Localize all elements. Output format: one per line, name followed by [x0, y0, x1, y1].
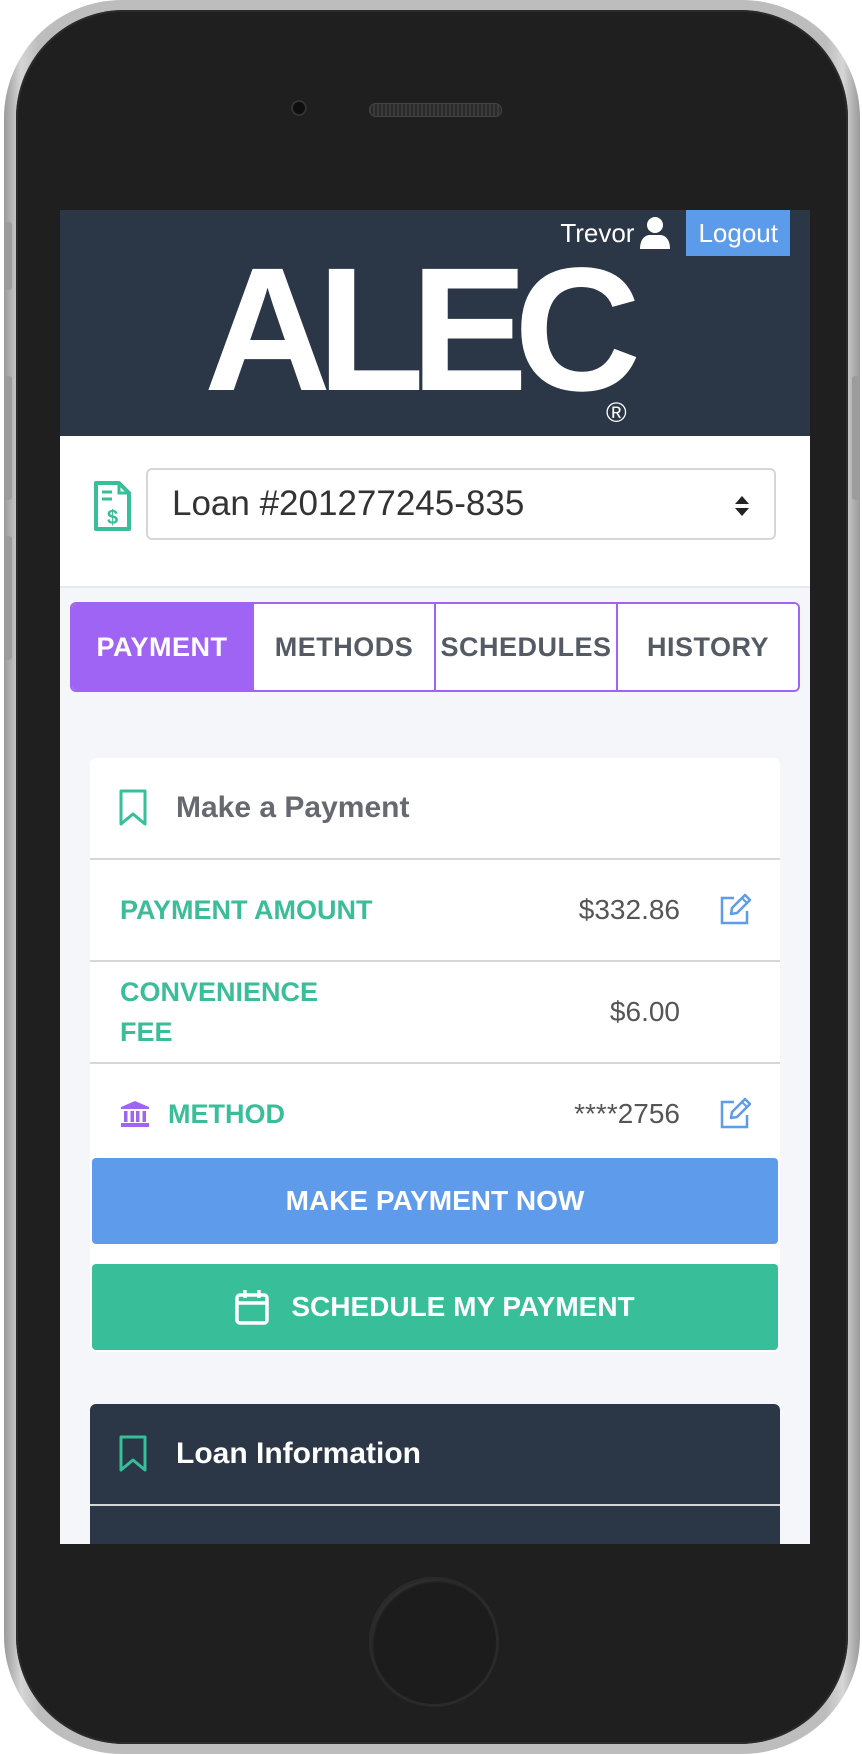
payment-method-value: ****2756 — [574, 1098, 680, 1129]
select-caret-icon — [735, 496, 749, 516]
loan-select[interactable]: Loan #201277245-835 — [146, 468, 776, 540]
bookmark-icon — [119, 1435, 147, 1472]
loan-select-value: Loan #201277245-835 — [172, 484, 525, 523]
app-screen: Trevor Logout ALEC ® $ Loan #201277245-8… — [60, 210, 810, 1544]
volume-up-button — [4, 376, 12, 500]
mute-switch — [4, 222, 12, 290]
svg-text:$: $ — [107, 507, 118, 529]
tab-methods[interactable]: METHODS — [252, 604, 434, 690]
phone-frame: Trevor Logout ALEC ® $ Loan #201277245-8… — [4, 0, 860, 1754]
payment-amount-value: $332.86 — [578, 894, 680, 925]
home-button[interactable] — [369, 1577, 499, 1707]
earpiece-speaker — [369, 103, 502, 117]
loan-selector-bar: $ Loan #201277245-835 — [60, 436, 810, 588]
card-title: Loan Information — [176, 1437, 421, 1470]
convenience-fee-label: CONVENIENCE FEE — [120, 977, 319, 1047]
svg-text:ALEC: ALEC — [204, 252, 637, 428]
front-camera — [291, 100, 307, 116]
section-tabs: PAYMENT METHODS SCHEDULES HISTORY — [70, 602, 800, 692]
payment-amount-row: PAYMENT AMOUNT $332.86 — [90, 860, 780, 962]
volume-down-button — [4, 536, 12, 660]
make-payment-card: Make a Payment PAYMENT AMOUNT $332.86 CO… — [90, 758, 780, 1352]
card-header: Make a Payment — [90, 758, 780, 860]
card-header[interactable]: Loan Information — [90, 1404, 780, 1506]
edit-icon[interactable] — [718, 893, 752, 927]
schedule-payment-label: SCHEDULE MY PAYMENT — [291, 1291, 635, 1322]
invoice-dollar-icon: $ — [94, 481, 131, 531]
user-icon[interactable] — [640, 217, 671, 249]
convenience-fee-row: CONVENIENCE FEE $6.00 — [90, 962, 780, 1064]
app-header: Trevor Logout ALEC ® — [60, 210, 810, 436]
calendar-icon — [235, 1290, 270, 1325]
payment-amount-label: PAYMENT AMOUNT — [120, 895, 373, 925]
payment-method-label: METHOD — [168, 1099, 285, 1129]
power-button — [852, 376, 860, 500]
tab-history[interactable]: HISTORY — [616, 604, 798, 690]
bookmark-icon — [119, 789, 147, 826]
tab-payment[interactable]: PAYMENT — [72, 604, 252, 690]
user-area: Trevor Logout — [560, 210, 790, 256]
tab-schedules[interactable]: SCHEDULES — [434, 604, 616, 690]
make-payment-now-button[interactable]: MAKE PAYMENT NOW — [92, 1158, 778, 1244]
logout-button[interactable]: Logout — [686, 210, 790, 256]
card-title: Make a Payment — [176, 791, 410, 824]
convenience-fee-value: $6.00 — [609, 996, 680, 1027]
alec-logo: ALEC ® — [204, 252, 651, 428]
svg-text:®: ® — [606, 397, 627, 428]
payment-method-row: METHOD ****2756 — [90, 1064, 780, 1164]
loan-information-card: Loan Information — [90, 1404, 780, 1544]
bank-icon — [121, 1101, 149, 1127]
user-name: Trevor — [560, 217, 635, 248]
schedule-payment-button[interactable]: SCHEDULE MY PAYMENT — [92, 1264, 778, 1350]
edit-icon[interactable] — [718, 1097, 752, 1131]
